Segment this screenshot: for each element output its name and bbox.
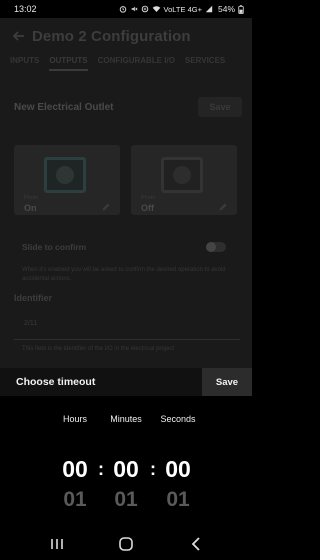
signal-icon	[205, 5, 213, 13]
identifier-help: This field is the identifier of the I/O …	[22, 346, 175, 352]
form-title: New Electrical Outlet	[14, 101, 114, 113]
mute-icon	[131, 6, 138, 12]
seconds-picker-next[interactable]: 01	[148, 488, 208, 512]
edit-icon[interactable]	[101, 203, 110, 212]
status-time: 13:02	[14, 4, 37, 14]
minutes-picker-value[interactable]: 00	[96, 456, 156, 483]
tab-inputs[interactable]: INPUTS	[10, 56, 39, 76]
timeout-save-button[interactable]: Save	[202, 368, 252, 396]
photo-off-value: Off	[141, 203, 154, 213]
form-save-button[interactable]: Save	[198, 97, 242, 117]
network-label: VoLTE 4G+	[163, 4, 202, 14]
seconds-picker-value[interactable]: 00	[148, 456, 208, 483]
timeout-sheet-title: Choose timeout	[16, 376, 96, 388]
outlet-off-image	[161, 157, 203, 193]
battery-icon	[238, 4, 244, 14]
photo-on-caption: Photo	[24, 195, 39, 201]
edit-icon[interactable]	[218, 203, 227, 212]
status-icons: VoLTE 4G+ 54%	[119, 4, 244, 14]
status-bar: 13:02 VoLTE 4G+ 54%	[0, 0, 252, 18]
slide-to-confirm-description: When it's enabled you will be asked to c…	[22, 267, 226, 282]
identifier-label: Identifier	[14, 293, 53, 303]
tab-bar: INPUTS OUTPUTS CONFIGURABLE I/O SERVICES	[0, 56, 252, 76]
system-nav-bar	[0, 528, 252, 560]
identifier-value: 2/11	[24, 320, 38, 327]
app-header: Demo 2 Configuration	[0, 22, 252, 50]
battery-percent: 54%	[217, 4, 235, 14]
data-saver-icon	[141, 5, 148, 13]
photo-off-caption: Photo	[141, 195, 156, 201]
slide-to-confirm-row: Slide to confirm	[22, 240, 226, 254]
tab-configurable-io[interactable]: CONFIGURABLE I/O	[98, 56, 175, 76]
photo-on-card[interactable]: Photo On	[14, 145, 120, 215]
photo-on-value: On	[24, 203, 37, 213]
page-title: Demo 2 Configuration	[32, 27, 191, 45]
minutes-label: Minutes	[110, 414, 142, 424]
form-header: New Electrical Outlet Save	[14, 96, 242, 118]
minutes-picker-next[interactable]: 01	[96, 488, 156, 512]
identifier-field[interactable]: 2/11	[14, 310, 240, 340]
wifi-icon	[152, 6, 160, 12]
tab-services[interactable]: SERVICES	[185, 56, 225, 76]
alarm-icon	[119, 6, 126, 13]
timeout-sheet-header: Choose timeout Save	[0, 368, 252, 396]
tab-outputs[interactable]: OUTPUTS	[49, 56, 88, 76]
home-icon[interactable]	[117, 536, 135, 552]
back-arrow-icon[interactable]	[12, 29, 26, 43]
slide-to-confirm-toggle[interactable]	[206, 242, 226, 252]
recent-apps-icon[interactable]	[48, 536, 66, 552]
slide-to-confirm-label: Slide to confirm	[22, 242, 87, 252]
outlet-on-image	[44, 157, 86, 193]
seconds-label: Seconds	[160, 414, 196, 424]
back-icon[interactable]	[188, 536, 206, 552]
photo-off-card[interactable]: Photo Off	[131, 145, 237, 215]
